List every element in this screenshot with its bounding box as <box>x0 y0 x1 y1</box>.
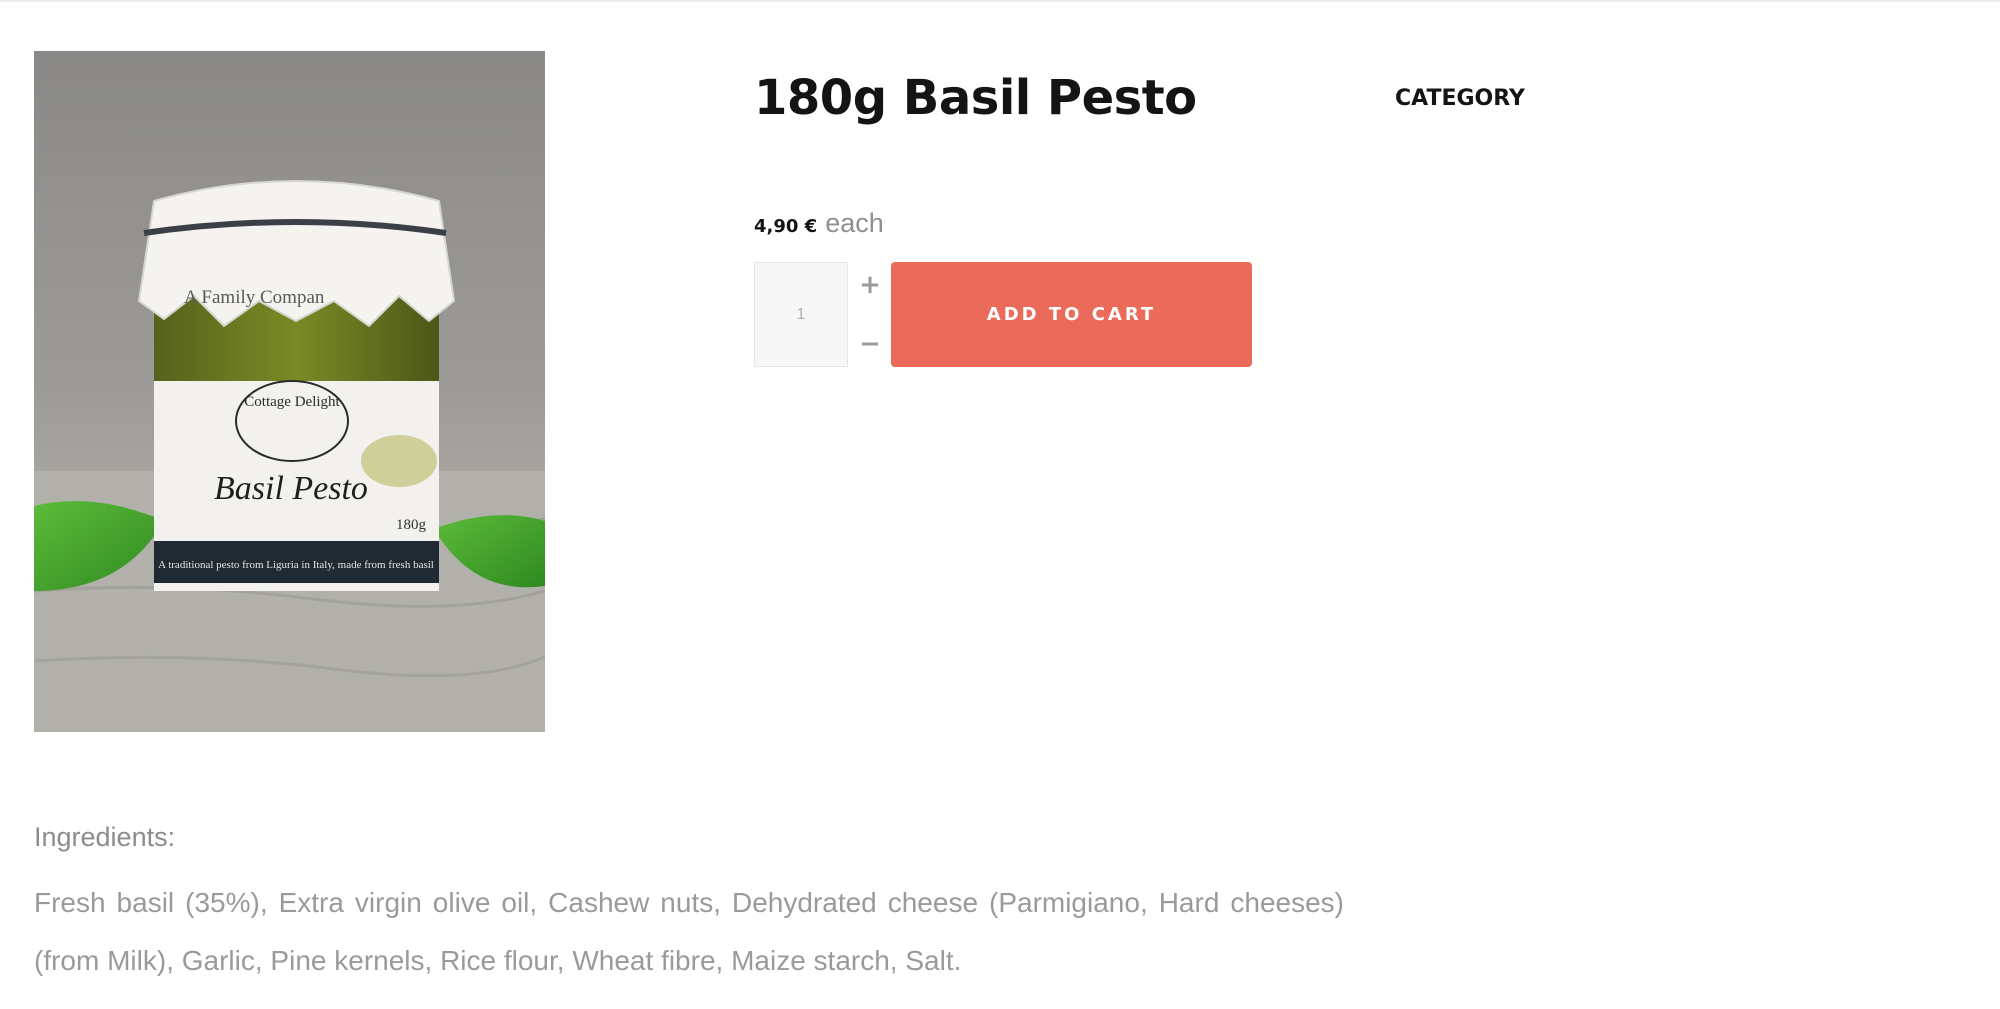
plus-icon[interactable]: + <box>858 270 882 300</box>
top-divider <box>0 0 2000 2</box>
price-unit: each <box>825 208 884 238</box>
ingredients-heading: Ingredients: <box>34 822 176 852</box>
ingredients-text: Fresh basil (35%), Extra virgin olive oi… <box>34 887 1344 976</box>
svg-text:Basil Pesto: Basil Pesto <box>214 470 368 507</box>
category-label: CATEGORY <box>1395 86 1525 111</box>
price-row: 4,90 € each <box>754 208 884 244</box>
add-to-cart-button[interactable]: ADD TO CART <box>891 262 1252 367</box>
quantity-input[interactable]: 1 <box>754 262 848 367</box>
svg-text:A traditional pesto from Ligur: A traditional pesto from Liguria in Ital… <box>158 559 434 571</box>
minus-icon[interactable]: − <box>858 329 882 359</box>
product-title: 180g Basil Pesto <box>754 70 1197 126</box>
product-price: 4,90 € <box>754 216 818 237</box>
svg-text:180g: 180g <box>396 517 427 533</box>
svg-text:A Family Compan: A Family Compan <box>184 287 325 308</box>
svg-text:Cottage Delight: Cottage Delight <box>244 394 340 410</box>
product-image: A traditional pesto from Liguria in Ital… <box>34 51 545 732</box>
